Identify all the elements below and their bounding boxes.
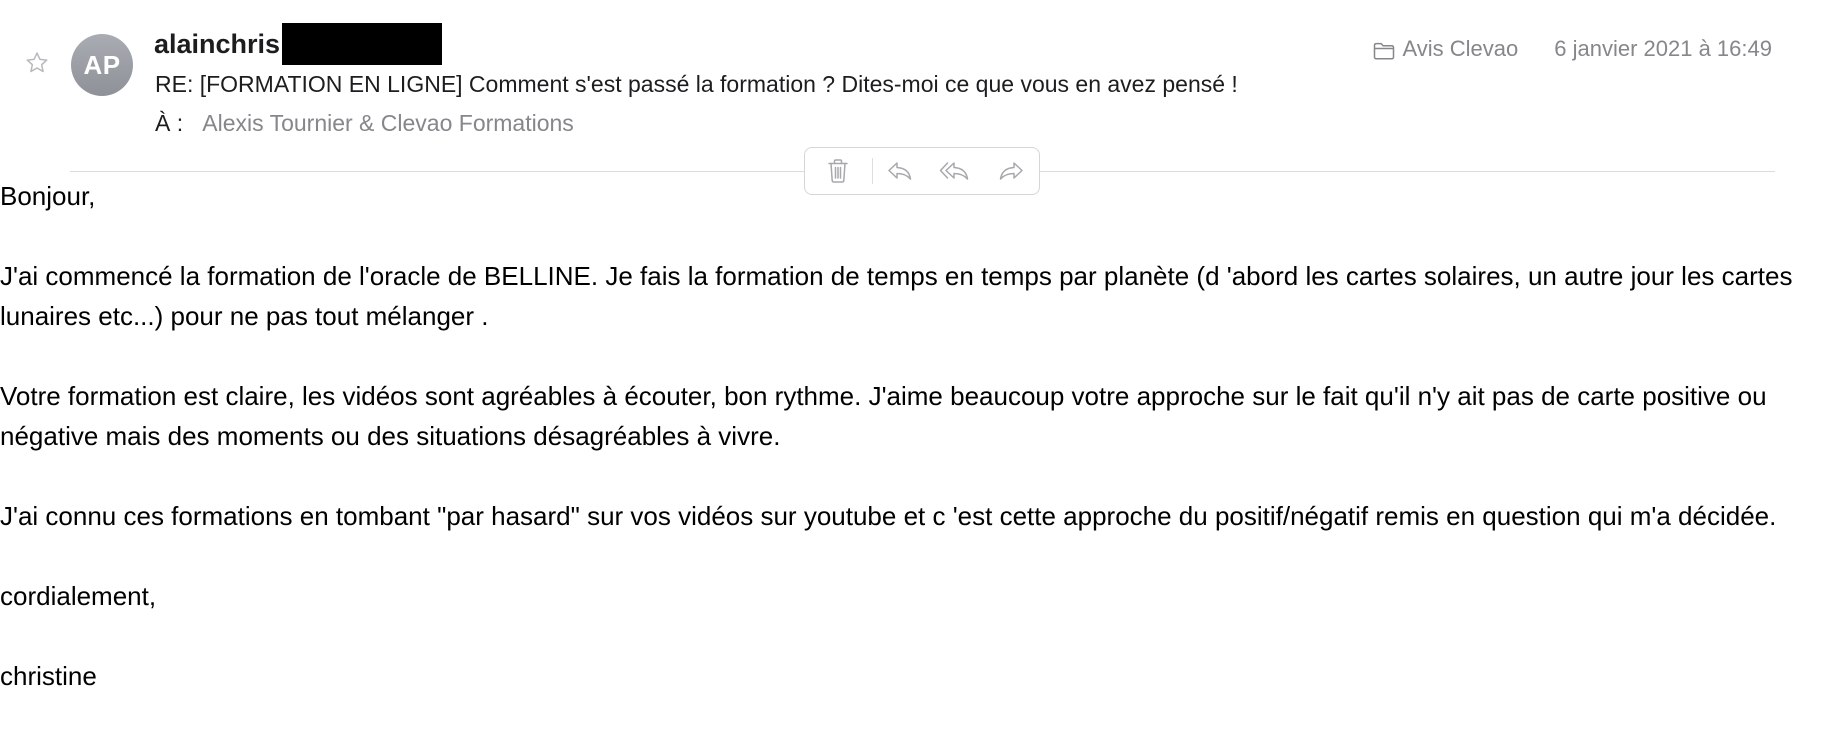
recipients-row: À : Alexis Tournier & Clevao Formations bbox=[155, 110, 574, 137]
message-body: Bonjour, J'ai commencé la formation de l… bbox=[0, 176, 1824, 696]
to-label: À : bbox=[155, 110, 184, 136]
redacted-email bbox=[282, 23, 443, 65]
avatar: AP bbox=[71, 34, 133, 96]
greeting: Bonjour, bbox=[0, 181, 96, 211]
message-date: 6 janvier 2021 à 16:49 bbox=[1554, 36, 1772, 61]
recipients[interactable]: Alexis Tournier & Clevao Formations bbox=[202, 110, 574, 136]
avatar-initials: AP bbox=[83, 49, 121, 80]
mailbox-name[interactable]: Avis Clevao bbox=[1403, 36, 1519, 62]
body-paragraph-3: J'ai connu ces formations en tombant "pa… bbox=[0, 501, 1777, 531]
body-paragraph-1: J'ai commencé la formation de l'oracle d… bbox=[0, 261, 1793, 331]
message-meta: Avis Clevao 6 janvier 2021 à 16:49 bbox=[1373, 36, 1772, 62]
body-paragraph-2: Votre formation est claire, les vidéos s… bbox=[0, 381, 1767, 451]
subject-line: RE: [FORMATION EN LIGNE] Comment s'est p… bbox=[155, 71, 1238, 97]
sender-name[interactable]: alainchris bbox=[154, 29, 280, 60]
sender-row: alainchris bbox=[154, 22, 443, 66]
star-icon[interactable] bbox=[24, 50, 50, 76]
signature: christine bbox=[0, 661, 97, 691]
folder-icon bbox=[1373, 40, 1395, 60]
closing: cordialement, bbox=[0, 581, 157, 611]
